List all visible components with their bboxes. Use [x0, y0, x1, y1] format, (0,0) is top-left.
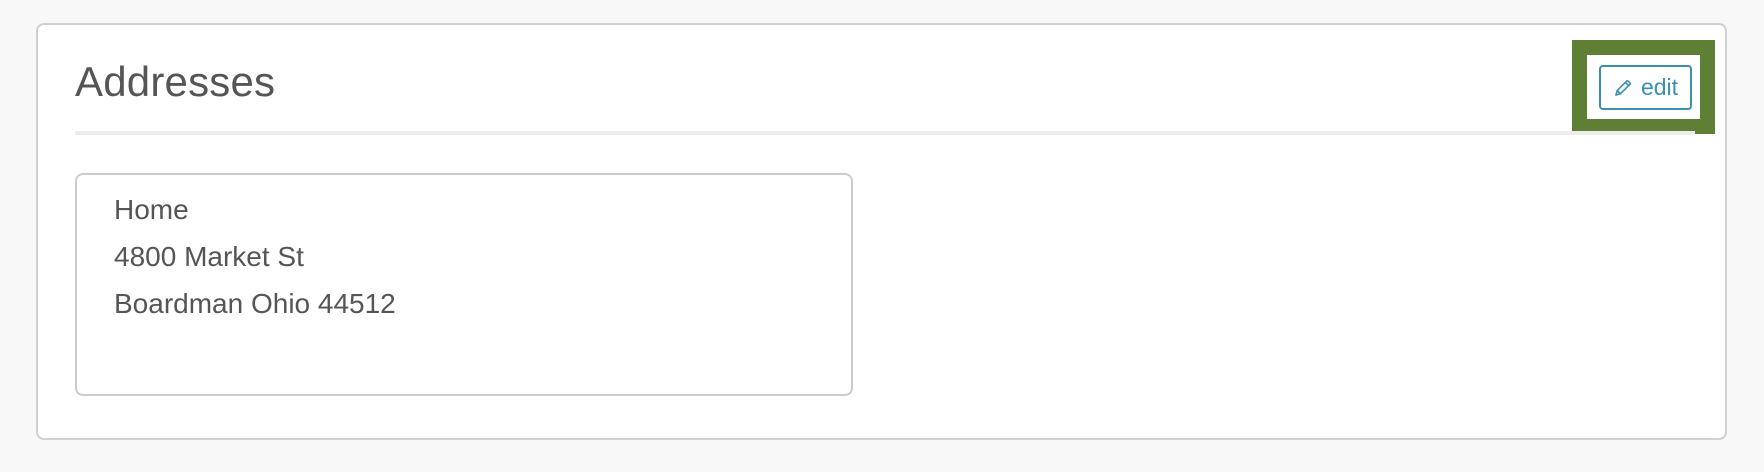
address-street: 4800 Market St	[114, 241, 304, 272]
edit-button-label: edit	[1640, 74, 1679, 100]
address-card: Home 4800 Market St Boardman Ohio 44512	[75, 173, 853, 396]
panel-title: Addresses	[75, 58, 276, 105]
pencil-icon	[1613, 78, 1633, 98]
title-divider	[75, 131, 1695, 135]
address-label: Home	[114, 194, 189, 225]
address-city-state-zip: Boardman Ohio 44512	[114, 288, 396, 319]
edit-button[interactable]: edit	[1599, 65, 1692, 110]
addresses-panel: Addresses edit Home 4800 Market St Board…	[36, 23, 1727, 440]
